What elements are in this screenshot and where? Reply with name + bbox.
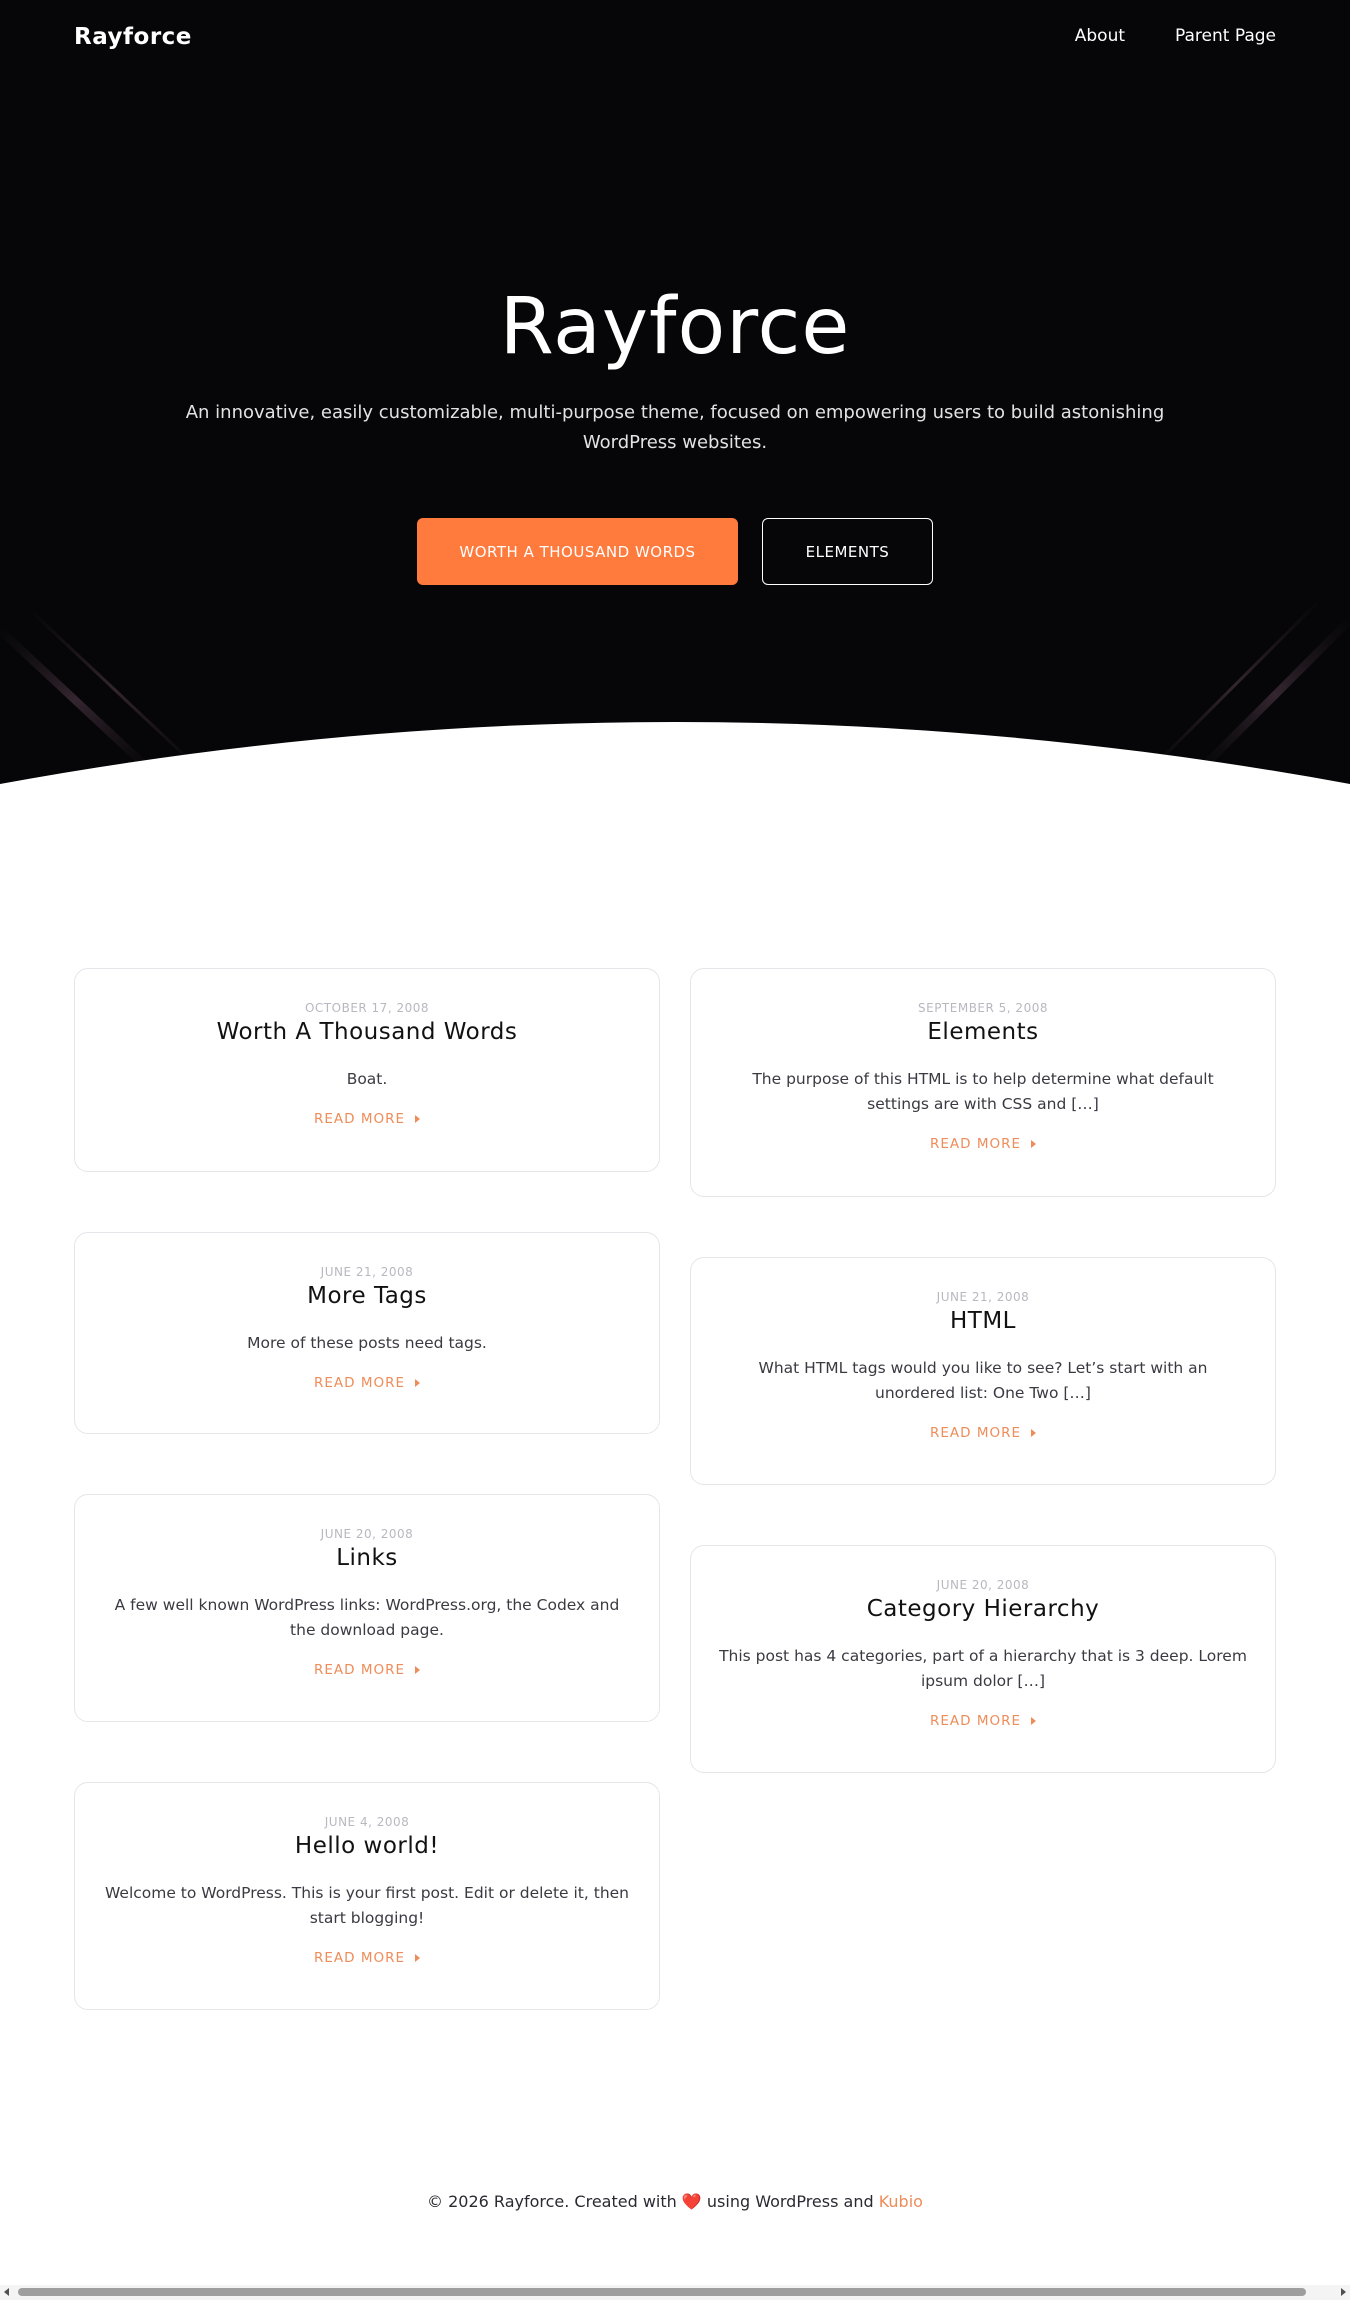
caret-right-icon	[1031, 1140, 1036, 1148]
post-excerpt: Welcome to WordPress. This is your first…	[104, 1884, 630, 1927]
post-title[interactable]: HTML	[719, 1308, 1247, 1334]
post-date: JUNE 20, 2008	[936, 1578, 1030, 1592]
read-more-label: READ MORE	[929, 1425, 1021, 1441]
post-card: JUNE 20, 2008 Links A few well known Wor…	[74, 1494, 660, 1722]
read-more-label: READ MORE	[313, 1950, 405, 1966]
read-more-link[interactable]: READ MORE	[314, 1111, 420, 1127]
post-date: JUNE 21, 2008	[320, 1265, 414, 1279]
post-excerpt: Boat.	[346, 1070, 388, 1088]
read-more-label: READ MORE	[313, 1111, 405, 1127]
post-card: OCTOBER 17, 2008 Worth A Thousand Words …	[74, 968, 660, 1172]
horizontal-scrollbar[interactable]	[0, 2285, 1350, 2300]
post-title[interactable]: Elements	[719, 1019, 1247, 1045]
post-excerpt: This post has 4 categories, part of a hi…	[719, 1647, 1247, 1690]
worth-a-thousand-words-button[interactable]: WORTH A THOUSAND WORDS	[417, 518, 738, 585]
nav-link-parent-page[interactable]: Parent Page	[1175, 26, 1276, 46]
heart-icon: ❤️	[681, 2192, 702, 2211]
post-excerpt: More of these posts need tags.	[247, 1334, 487, 1352]
post-card: SEPTEMBER 5, 2008 Elements The purpose o…	[690, 968, 1276, 1197]
post-excerpt: The purpose of this HTML is to help dete…	[752, 1070, 1214, 1113]
post-excerpt: A few well known WordPress links: WordPr…	[114, 1596, 620, 1639]
post-title[interactable]: More Tags	[103, 1283, 631, 1309]
post-title[interactable]: Links	[103, 1545, 631, 1571]
read-more-link[interactable]: READ MORE	[314, 1375, 420, 1391]
post-date: JUNE 4, 2008	[324, 1815, 410, 1829]
read-more-label: READ MORE	[313, 1662, 405, 1678]
hero-title: Rayforce	[499, 282, 851, 372]
footer-credit: using WordPress and	[706, 2192, 874, 2211]
post-card: JUNE 20, 2008 Category Hierarchy This po…	[690, 1545, 1276, 1773]
post-title[interactable]: Hello world!	[103, 1833, 631, 1859]
hero-button-group: WORTH A THOUSAND WORDS ELEMENTS	[0, 518, 1350, 585]
post-card: JUNE 21, 2008 More Tags More of these po…	[74, 1232, 660, 1434]
read-more-label: READ MORE	[929, 1713, 1021, 1729]
read-more-label: READ MORE	[313, 1375, 405, 1391]
caret-right-icon	[415, 1666, 420, 1674]
read-more-link[interactable]: READ MORE	[930, 1425, 1036, 1441]
caret-right-icon	[415, 1954, 420, 1962]
nav-link-about[interactable]: About	[1075, 26, 1125, 46]
top-navigation-bar: Rayforce About Parent Page	[0, 0, 1350, 76]
hero-subtitle: An innovative, easily customizable, mult…	[185, 402, 1165, 453]
post-date: JUNE 20, 2008	[320, 1527, 414, 1541]
post-title[interactable]: Worth A Thousand Words	[103, 1019, 631, 1045]
hero-section: Rayforce About Parent Page Rayforce An i…	[0, 0, 1350, 800]
post-title[interactable]: Category Hierarchy	[719, 1596, 1247, 1622]
read-more-link[interactable]: READ MORE	[314, 1950, 420, 1966]
read-more-link[interactable]: READ MORE	[314, 1662, 420, 1678]
post-card: JUNE 4, 2008 Hello world! Welcome to Wor…	[74, 1782, 660, 2010]
footer-copyright: © 2026 Rayforce. Created with	[427, 2192, 677, 2211]
elements-button[interactable]: ELEMENTS	[762, 518, 933, 585]
caret-right-icon	[1031, 1429, 1036, 1437]
caret-right-icon	[415, 1379, 420, 1387]
hero-curve-divider	[0, 722, 1350, 800]
scrollbar-thumb[interactable]	[18, 2288, 1306, 2296]
post-card: JUNE 21, 2008 HTML What HTML tags would …	[690, 1257, 1276, 1485]
site-logo[interactable]: Rayforce	[74, 24, 192, 50]
scroll-right-arrow-icon[interactable]	[1341, 2288, 1346, 2296]
post-date: OCTOBER 17, 2008	[304, 1001, 429, 1015]
read-more-link[interactable]: READ MORE	[930, 1713, 1036, 1729]
scroll-left-arrow-icon[interactable]	[4, 2288, 9, 2296]
site-footer: © 2026 Rayforce. Created with ❤️ using W…	[0, 2192, 1350, 2211]
post-date: SEPTEMBER 5, 2008	[918, 1001, 1048, 1015]
caret-right-icon	[1031, 1717, 1036, 1725]
caret-right-icon	[415, 1115, 420, 1123]
kubio-link[interactable]: Kubio	[879, 2192, 923, 2211]
post-date: JUNE 21, 2008	[936, 1290, 1030, 1304]
read-more-link[interactable]: READ MORE	[930, 1136, 1036, 1152]
main-menu: About Parent Page	[1075, 26, 1276, 46]
read-more-label: READ MORE	[929, 1136, 1021, 1152]
post-excerpt: What HTML tags would you like to see? Le…	[758, 1359, 1208, 1402]
